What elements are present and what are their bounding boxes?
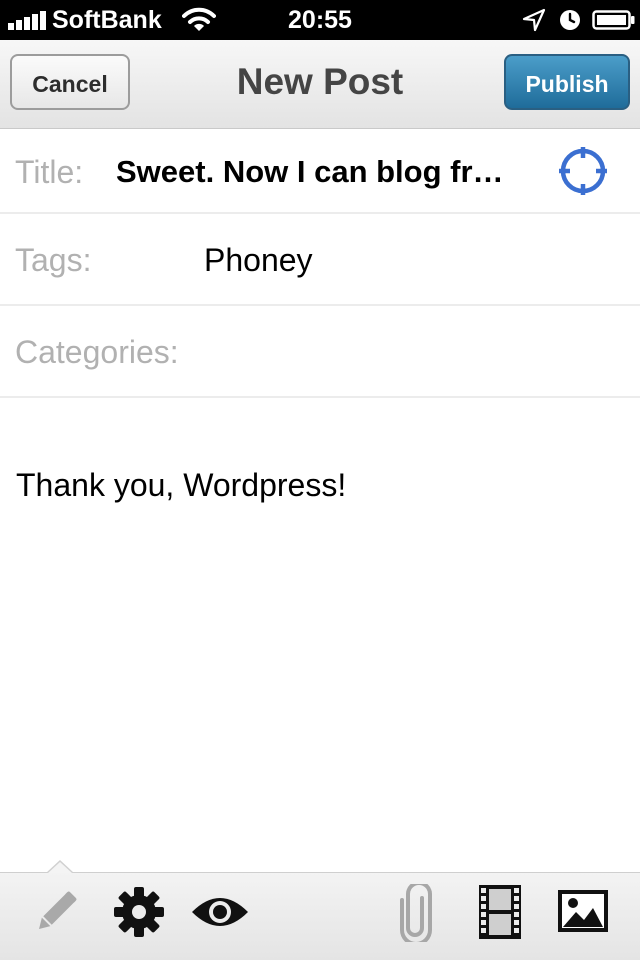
publish-button[interactable]: Publish — [504, 54, 630, 110]
page-title: New Post — [236, 61, 404, 102]
tags-row: Tags: Phoney — [0, 214, 640, 306]
pencil-icon[interactable] — [32, 886, 80, 938]
location-arrow-icon — [522, 8, 546, 32]
categories-label: Categories: — [15, 334, 179, 370]
status-bar: SoftBank 20:55 — [0, 0, 640, 40]
battery-icon — [592, 10, 635, 30]
title-field[interactable]: Sweet. Now I can blog fr… — [116, 152, 528, 192]
toolbar-selection-indicator-fill — [48, 862, 72, 873]
alarm-clock-icon — [560, 10, 580, 30]
title-label: Title: — [15, 154, 84, 190]
cancel-button[interactable]: Cancel — [10, 54, 130, 110]
eye-icon[interactable] — [190, 892, 250, 932]
title-row: Title: Sweet. Now I can blog fr… — [0, 130, 640, 214]
bottom-toolbar — [0, 872, 640, 960]
tags-label: Tags: — [15, 242, 92, 278]
paperclip-icon[interactable] — [398, 884, 434, 942]
post-content-editor[interactable]: Thank you, Wordpress! — [16, 463, 616, 507]
location-crosshair-icon[interactable] — [558, 146, 608, 196]
gear-icon[interactable] — [112, 885, 166, 939]
image-icon[interactable] — [558, 890, 608, 932]
navigation-bar: Cancel New Post Publish — [0, 40, 640, 129]
tags-field[interactable]: Phoney — [204, 240, 313, 280]
film-icon[interactable] — [478, 884, 522, 940]
categories-row[interactable]: Categories: — [0, 306, 640, 398]
new-post-screen: SoftBank 20:55 Cancel New Post Publish T… — [0, 0, 640, 960]
